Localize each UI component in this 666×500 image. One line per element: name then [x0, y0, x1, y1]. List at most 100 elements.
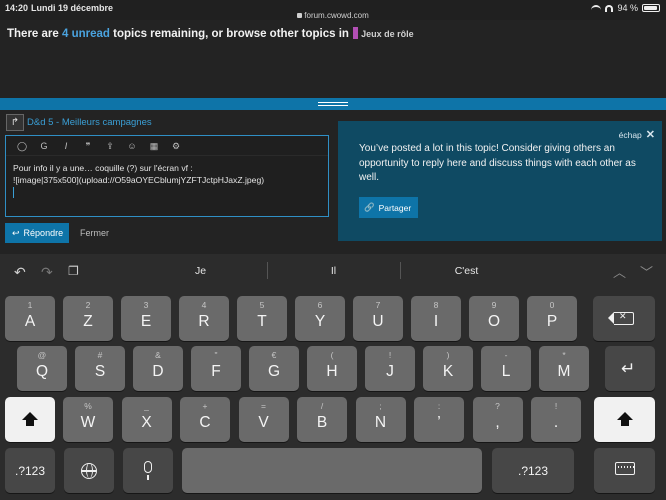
- reply-button[interactable]: ↩ Répondre: [5, 223, 69, 243]
- key-secondary-label: ;: [379, 401, 382, 411]
- category-color-badge: [353, 27, 359, 39]
- category-link[interactable]: Jeux de rôle: [361, 29, 414, 39]
- unread-topics-link[interactable]: 4 unread: [62, 28, 110, 40]
- quote-button[interactable]: ❞: [77, 138, 99, 154]
- chevron-up-icon[interactable]: ︿: [613, 262, 626, 281]
- composer-textarea[interactable]: Pour info il y a une… coquille (?) sur l…: [6, 156, 328, 198]
- key-primary-label: M: [557, 363, 571, 380]
- key-9[interactable]: -L: [481, 346, 531, 391]
- gear-icon[interactable]: ⚙: [165, 138, 187, 154]
- key-secondary-label: =: [261, 401, 266, 411]
- key-6[interactable]: 6Y: [295, 296, 345, 341]
- share-button[interactable]: 🔗 Partager: [359, 197, 418, 218]
- key-10[interactable]: * M: [539, 346, 589, 391]
- key-7[interactable]: :’: [414, 397, 464, 442]
- message-prefix: There are: [7, 28, 59, 40]
- key-secondary-label: 8: [433, 300, 439, 310]
- composer-topic-link[interactable]: D&d 5 - Meilleurs campagnes: [27, 117, 152, 128]
- heading-button[interactable]: G: [33, 138, 55, 154]
- key-9[interactable]: !.: [531, 397, 581, 442]
- key-8[interactable]: ?,: [472, 397, 523, 442]
- key-secondary-label: 2: [85, 300, 91, 310]
- key-9[interactable]: 9O: [469, 296, 519, 341]
- key-secondary-label: 1: [27, 300, 33, 310]
- prediction-1[interactable]: Je: [134, 265, 267, 277]
- composer-resize-bar[interactable]: [0, 98, 666, 110]
- calendar-icon[interactable]: ▦: [143, 138, 165, 154]
- key-5[interactable]: / B: [297, 397, 347, 442]
- url-bar[interactable]: forum.cwowd.com: [0, 11, 666, 20]
- key-primary-label: S: [94, 363, 106, 380]
- prediction-3[interactable]: C'est: [400, 265, 533, 277]
- key-10[interactable]: 0P: [527, 296, 577, 341]
- italic-button[interactable]: I: [55, 138, 77, 154]
- key-primary-label: A: [24, 313, 36, 330]
- dictation-key[interactable]: [123, 448, 173, 493]
- key-8[interactable]: 8I: [411, 296, 461, 341]
- key-7[interactable]: 7U: [353, 296, 403, 341]
- key-2[interactable]: 2Z: [63, 296, 113, 341]
- shift-key-right[interactable]: [594, 397, 655, 442]
- dismiss-popup-button[interactable]: échap ✕: [619, 128, 655, 141]
- prediction-2[interactable]: Il: [267, 265, 400, 277]
- key-2[interactable]: _ X: [121, 397, 172, 442]
- reply-to-topic-icon[interactable]: ↱: [6, 114, 24, 131]
- emoji-icon[interactable]: ☺: [121, 138, 143, 154]
- key-secondary-label: _: [144, 401, 149, 411]
- grip-handle-icon[interactable]: [318, 102, 348, 106]
- speech-bubble-icon[interactable]: ◯: [11, 138, 33, 154]
- key-1[interactable]: @ Q: [17, 346, 67, 391]
- key-secondary-label: 5: [259, 300, 265, 310]
- redo-icon[interactable]: ↷: [41, 264, 53, 281]
- key-secondary-label: (: [330, 350, 334, 360]
- return-key[interactable]: ↵: [605, 346, 655, 391]
- key-6[interactable]: (H: [307, 346, 357, 391]
- key-secondary-label: -: [504, 350, 508, 360]
- space-bar[interactable]: [182, 448, 482, 493]
- key-8[interactable]: ) K: [423, 346, 473, 391]
- key-4[interactable]: 4R: [179, 296, 229, 341]
- link-icon: 🔗: [364, 202, 375, 212]
- numbers-key-left[interactable]: .?123: [5, 448, 55, 493]
- message-suffix: topics remaining, or browse other topics…: [113, 28, 349, 40]
- key-primary-label: P: [546, 313, 558, 330]
- key-2[interactable]: # S: [75, 346, 125, 391]
- shift-key-left[interactable]: [5, 397, 55, 442]
- key-3[interactable]: 3E: [121, 296, 171, 341]
- globe-icon: [81, 463, 97, 479]
- close-composer-link[interactable]: Fermer: [80, 228, 109, 238]
- key-5[interactable]: 5T: [237, 296, 287, 341]
- key-5[interactable]: € G: [249, 346, 299, 391]
- key-4[interactable]: = V: [238, 397, 289, 442]
- upload-icon[interactable]: ⇪: [99, 138, 121, 154]
- numbers-label: .?123: [14, 464, 46, 478]
- key-secondary-label: !: [554, 401, 558, 411]
- key-4[interactable]: " F: [191, 346, 241, 391]
- chevron-down-icon[interactable]: ﹀: [640, 262, 653, 281]
- paste-icon[interactable]: ❐: [68, 264, 79, 278]
- backspace-key[interactable]: [593, 296, 655, 341]
- key-3[interactable]: & D: [133, 346, 183, 391]
- key-secondary-label: 0: [549, 300, 555, 310]
- key-6[interactable]: ; N: [355, 397, 406, 442]
- key-secondary-label: :: [437, 401, 441, 411]
- key-secondary-label: *: [562, 350, 566, 360]
- key-1[interactable]: % W: [63, 397, 113, 442]
- reply-arrow-icon: ↩: [12, 227, 20, 238]
- key-secondary-label: /: [320, 401, 324, 411]
- key-1[interactable]: 1A: [5, 296, 55, 341]
- key-primary-label: N: [374, 414, 387, 431]
- undo-icon[interactable]: ↶: [14, 264, 26, 281]
- key-primary-label: C: [199, 414, 211, 431]
- numbers-key-right[interactable]: .?123: [492, 448, 574, 493]
- key-7[interactable]: ! J: [365, 346, 415, 391]
- globe-key[interactable]: [64, 448, 114, 493]
- popup-message: You’ve posted a lot in this topic! Consi…: [359, 143, 636, 183]
- editor-toolbar: ◯ G I ❞ ⇪ ☺ ▦ ⚙: [6, 136, 328, 156]
- url-text: forum.cwowd.com: [304, 11, 369, 20]
- key-primary-label: Y: [314, 313, 326, 330]
- hide-keyboard-key[interactable]: [594, 448, 655, 493]
- key-secondary-label: 6: [317, 300, 323, 310]
- key-3[interactable]: + C: [180, 397, 230, 442]
- key-primary-label: K: [442, 363, 454, 380]
